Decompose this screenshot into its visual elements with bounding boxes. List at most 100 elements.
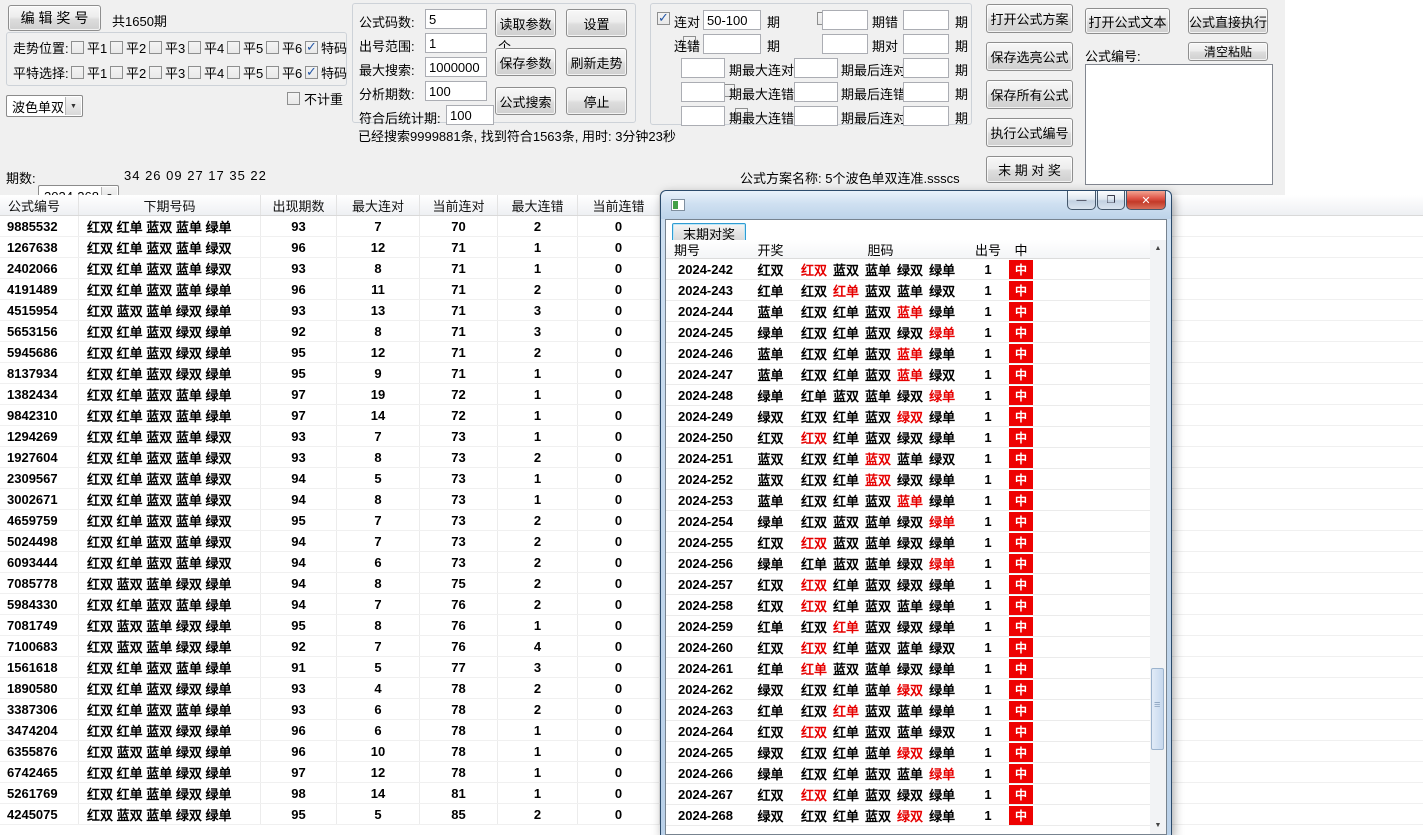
popup-table-row[interactable]: 2024-259红单红双红单蓝双绿双绿单1中 [666,616,1150,637]
read-params-button[interactable]: 读取参数 [495,9,556,37]
popup-column-header[interactable]: 中 [1007,240,1035,258]
formula-search-button[interactable]: 公式搜索 [495,87,556,115]
open-formula-plan-button[interactable]: 打开公式方案 [986,4,1073,33]
popup-table-row[interactable]: 2024-246蓝单红双红单蓝双蓝单绿单1中 [666,343,1150,364]
condition-input[interactable] [903,58,949,78]
column-header[interactable]: 当前连对 [420,195,498,215]
param-input[interactable] [446,105,494,125]
column-header[interactable]: 出现期数 [261,195,337,215]
column-header[interactable]: 最大连对 [337,195,420,215]
popup-table-row[interactable]: 2024-264红双红双红单蓝双蓝单绿双1中 [666,721,1150,742]
popup-table-row[interactable]: 2024-250红双红双红单蓝双绿双绿单1中 [666,427,1150,448]
popup-table-row[interactable]: 2024-263红单红双红单蓝双蓝单绿单1中 [666,700,1150,721]
param-input[interactable] [425,81,487,101]
popup-column-header[interactable]: 期号 [666,240,749,258]
popup-table-row[interactable]: 2024-268绿双红双红单蓝双绿双绿单1中 [666,805,1150,826]
column-header[interactable]: 公式编号 [0,195,79,215]
condition-input[interactable] [794,82,838,102]
popup-table-row[interactable]: 2024-254绿单红双蓝双蓝单绿双绿单1中 [666,511,1150,532]
no-repeat-checkbox[interactable] [287,92,300,105]
popup-table-row[interactable]: 2024-252蓝双红双红单蓝双绿双绿单1中 [666,469,1150,490]
popup-table-row[interactable]: 2024-251蓝双红双红单蓝双蓝单绿双1中 [666,448,1150,469]
edit-prize-numbers-button[interactable]: 编 辑 奖 号 [8,5,101,31]
stop-button[interactable]: 停止 [566,87,627,115]
checkbox-平4[interactable] [188,41,201,54]
popup-table-row[interactable]: 2024-266绿单红双红单蓝双蓝单绿单1中 [666,763,1150,784]
param-input[interactable] [425,9,487,29]
popup-table-row[interactable]: 2024-247蓝单红双红单蓝双蓝单绿双1中 [666,364,1150,385]
exec-formula-number-button[interactable]: 执行公式编号 [986,118,1073,147]
popup-table-row[interactable]: 2024-261红单红单蓝双蓝单绿双绿单1中 [666,658,1150,679]
condition-input[interactable] [703,10,761,30]
scrollbar-thumb[interactable] [1151,668,1164,750]
column-header[interactable]: 当前连错 [578,195,660,215]
save-highlighted-formula-button[interactable]: 保存选亮公式 [986,42,1073,71]
column-header[interactable]: 下期号码 [79,195,261,215]
popup-scrollbar[interactable]: ▲ ▼ [1150,240,1166,834]
popup-table-row[interactable]: 2024-257红双红双红单蓝双绿双绿单1中 [666,574,1150,595]
popup-column-header[interactable]: 出号 [969,240,1007,258]
popup-table-row[interactable]: 2024-255红双红双蓝双蓝单绿双绿单1中 [666,532,1150,553]
popup-table-row[interactable]: 2024-256绿单红单蓝双蓝单绿双绿单1中 [666,553,1150,574]
settings-button[interactable]: 设置 [566,9,627,37]
condition-input[interactable] [903,34,949,54]
last-period-check-button[interactable]: 末 期 对 奖 [986,156,1073,183]
popup-table-row[interactable]: 2024-242红双红双蓝双蓝单绿双绿单1中 [666,259,1150,280]
save-all-formula-button[interactable]: 保存所有公式 [986,80,1073,109]
minimize-button[interactable]: — [1067,191,1096,210]
popup-table-row[interactable]: 2024-262绿双红双红单蓝单绿双绿单1中 [666,679,1150,700]
clear-paste-button[interactable]: 清空粘贴 [1188,42,1268,61]
scroll-up-icon[interactable]: ▲ [1150,240,1166,257]
open-formula-text-button[interactable]: 打开公式文本 [1085,8,1170,34]
condition-input[interactable] [681,58,725,78]
checkbox-平1[interactable] [71,41,84,54]
popup-table-row[interactable]: 2024-253蓝单红双红单蓝双蓝单绿单1中 [666,490,1150,511]
popup-titlebar[interactable]: — ❐ ✕ [661,191,1171,219]
condition-input[interactable] [681,82,725,102]
column-header[interactable]: 最大连错 [498,195,578,215]
popup-table-row[interactable]: 2024-249绿双红双红单蓝双绿双绿单1中 [666,406,1150,427]
formula-number-textarea[interactable] [1085,64,1273,185]
condition-input[interactable] [903,106,949,126]
param-input[interactable] [425,33,487,53]
checkbox-平5[interactable] [227,41,240,54]
checkbox-平2[interactable] [110,66,123,79]
checkbox-特码[interactable] [305,41,318,54]
condition-checkbox[interactable] [657,12,670,25]
popup-table-row[interactable]: 2024-265绿双红双红单蓝单绿双绿单1中 [666,742,1150,763]
checkbox-平3[interactable] [149,41,162,54]
scroll-down-icon[interactable]: ▼ [1150,817,1166,834]
condition-input[interactable] [822,34,868,54]
popup-column-header[interactable]: 开奖 [749,240,792,258]
popup-table-row[interactable]: 2024-248绿单红单蓝双蓝单绿双绿单1中 [666,385,1150,406]
maximize-button[interactable]: ❐ [1097,191,1125,210]
checkbox-平4[interactable] [188,66,201,79]
refresh-trend-button[interactable]: 刷新走势 [566,48,627,76]
popup-table-row[interactable]: 2024-260红双红双红单蓝双蓝单绿双1中 [666,637,1150,658]
checkbox-平3[interactable] [149,66,162,79]
popup-table-row[interactable]: 2024-267红双红双红单蓝双绿双绿单1中 [666,784,1150,805]
wave-type-dropdown[interactable]: 波色单双 ▼ [6,95,83,117]
condition-input[interactable] [903,82,949,102]
checkbox-平6[interactable] [266,41,279,54]
condition-input[interactable] [794,106,838,126]
popup-table-row[interactable]: 2024-258红双红双红单蓝双蓝单绿单1中 [666,595,1150,616]
checkbox-平2[interactable] [110,41,123,54]
condition-input[interactable] [703,34,761,54]
close-icon[interactable]: ✕ [1126,191,1166,210]
save-params-button[interactable]: 保存参数 [495,48,556,76]
checkbox-平5[interactable] [227,66,240,79]
popup-table-row[interactable]: 2024-243红单红双红单蓝双蓝单绿双1中 [666,280,1150,301]
popup-table-row[interactable]: 2024-245绿单红双红单蓝双绿双绿单1中 [666,322,1150,343]
popup-column-header[interactable]: 胆码 [792,240,969,258]
checkbox-平1[interactable] [71,66,84,79]
param-input[interactable] [425,57,487,77]
popup-table-row[interactable]: 2024-244蓝单红双红单蓝双蓝单绿单1中 [666,301,1150,322]
condition-input[interactable] [822,10,868,30]
condition-input[interactable] [681,106,725,126]
condition-input[interactable] [903,10,949,30]
condition-input[interactable] [794,58,838,78]
checkbox-平6[interactable] [266,66,279,79]
checkbox-特码[interactable] [305,66,318,79]
formula-direct-exec-button[interactable]: 公式直接执行 [1188,8,1268,34]
